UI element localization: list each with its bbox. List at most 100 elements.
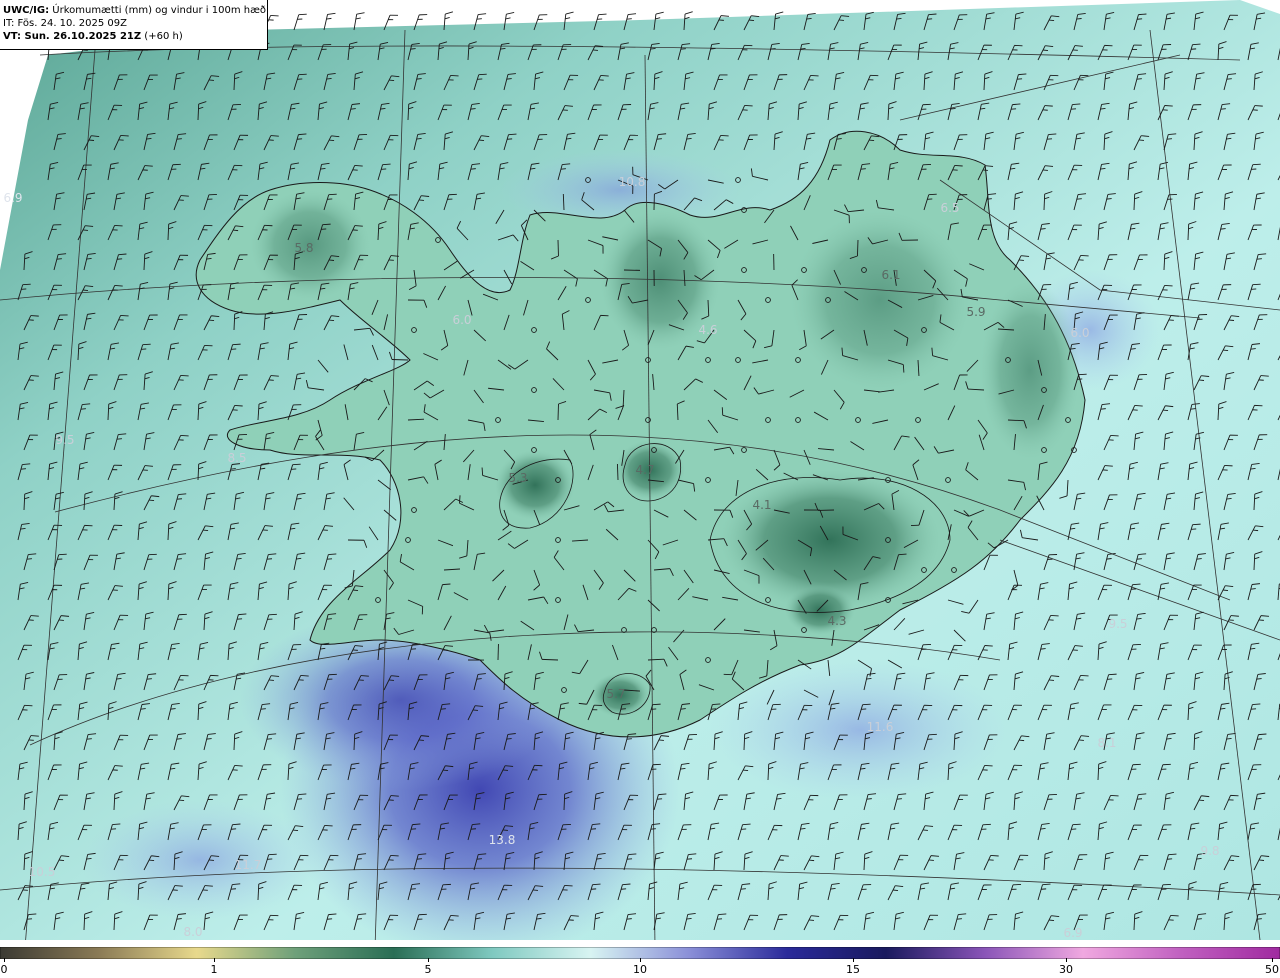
wind-barb-feather — [416, 78, 422, 80]
colorbar-tick-label: 1 — [210, 963, 218, 976]
wind-barb-feather — [444, 16, 450, 20]
wind-barb-feather — [30, 375, 39, 377]
map-value-label: 8.1 — [1097, 736, 1117, 750]
wind-barb-feather — [1040, 228, 1046, 230]
wind-barb-feather — [30, 315, 39, 317]
colorbar-tick-label: 5 — [424, 963, 432, 976]
wind-barb-feather — [86, 258, 92, 260]
wind-barb-feather — [58, 859, 65, 861]
map-value-label: 13.8 — [488, 833, 516, 847]
wind-barb — [856, 239, 859, 257]
wind-barb-feather — [328, 259, 335, 261]
highland-northeast — [790, 210, 970, 390]
colorbar-tick-mark — [4, 958, 5, 962]
wind-barb-feather — [1256, 678, 1262, 680]
wind-barb-feather — [1019, 739, 1025, 742]
wind-barb-feather — [479, 139, 485, 141]
wind-barb-feather — [506, 12, 515, 15]
wind-barb-feather — [82, 229, 89, 231]
wind-barb-feather — [144, 165, 153, 167]
wind-barb-feather — [655, 11, 664, 15]
wind-barb-feather — [990, 855, 999, 857]
wind-barb-feather — [180, 434, 189, 437]
wind-barb-feather — [260, 708, 266, 710]
wind-barb-feather — [598, 13, 607, 16]
wind-barb-feather — [600, 75, 609, 77]
colorbar-tick-label: 30 — [1059, 963, 1073, 976]
wind-barb-feather — [1190, 408, 1196, 410]
wind-barb-feather — [354, 165, 363, 167]
wind-barb-feather — [149, 859, 155, 862]
wind-barb-feather — [170, 648, 176, 650]
wind-barb-feather — [950, 108, 956, 110]
wind-barb-feather — [142, 343, 151, 346]
wind-barb-feather — [622, 883, 631, 886]
wind-barb-feather — [1106, 558, 1112, 560]
wind-barb-feather — [1080, 255, 1089, 257]
wind-barb-feather — [928, 193, 937, 196]
wind-barb-feather — [203, 529, 209, 532]
wind-barb-feather — [389, 79, 395, 82]
wind-barb-feather — [508, 133, 517, 136]
wind-barb-feather — [1228, 319, 1235, 321]
map-value-label: 6.0 — [1070, 326, 1090, 340]
wind-barb-feather — [1163, 409, 1169, 412]
wind-barb-feather — [954, 165, 963, 167]
colorbar-tick-label: 0 — [0, 963, 8, 976]
wind-barb-feather — [176, 918, 182, 920]
wind-barb-feather — [1258, 733, 1267, 736]
wind-barb-feather — [1168, 853, 1177, 856]
wind-barb-feather — [326, 17, 332, 20]
wind-barb-feather — [1254, 105, 1263, 107]
wind-barb-feather — [1040, 648, 1046, 650]
wind-barb-feather — [390, 855, 399, 857]
wind-barb-feather — [298, 73, 307, 76]
wind-barb-feather — [830, 888, 836, 890]
colorbar-tick-mark — [853, 958, 854, 962]
wind-barb-feather — [174, 885, 183, 887]
wind-barb-feather — [1250, 588, 1256, 590]
wind-barb-feather — [775, 11, 784, 15]
wind-barb-feather — [565, 17, 571, 20]
wind-barb-feather — [984, 764, 993, 767]
colorbar-tick-label: 10 — [633, 963, 647, 976]
map-value-label: 4.3 — [827, 614, 847, 628]
wind-barb-feather — [443, 769, 449, 772]
wind-barb-feather — [1196, 918, 1202, 920]
map-value-label: 5.8 — [294, 241, 314, 255]
wind-barb-feather — [1256, 918, 1262, 920]
wind-barb-feather — [481, 467, 484, 476]
wind-barb-feather — [862, 703, 871, 706]
wind-barb-feather — [1072, 823, 1081, 826]
wind-barb-feather — [742, 823, 751, 826]
colorbar-tick-mark — [1066, 958, 1067, 962]
wind-barb-feather — [293, 829, 299, 831]
map-value-label: 10.5 — [28, 865, 56, 879]
wind-barb-feather — [1226, 498, 1232, 500]
wind-barb-feather — [596, 858, 602, 860]
wind-barb-feather — [355, 17, 361, 20]
wind-barb-feather — [180, 375, 189, 377]
wind-barb-feather — [1042, 49, 1049, 51]
wind-barb-feather — [390, 795, 399, 797]
wind-barb-feather — [470, 168, 476, 170]
wind-barb-feather — [114, 285, 123, 287]
wind-barb-feather — [680, 48, 686, 50]
wind-barb-feather — [232, 343, 241, 346]
wind-barb-feather — [1100, 408, 1106, 410]
weather-map: 6.9 5.8 6.0 10.8 6.5 6.1 5.9 6.0 4.6 4.7 5.3 4.1 4.3… — [0, 0, 1280, 948]
wind-barb-feather — [686, 138, 692, 140]
wind-barb-feather — [120, 135, 129, 137]
wind-barb-feather — [984, 645, 993, 647]
wind-barb-feather — [1250, 348, 1256, 350]
wind-barb-feather — [1196, 858, 1202, 860]
precip-soft-1 — [80, 800, 320, 920]
wind-barb-feather — [445, 11, 454, 15]
wind-barb-feather — [892, 889, 899, 891]
wind-barb-feather — [744, 104, 753, 107]
colorbar-legend: 0 1 5 10 15 30 50 — [0, 947, 1280, 978]
wind-barb-feather — [1044, 105, 1053, 107]
wind-barb-feather — [1220, 108, 1226, 110]
wind-barb — [391, 359, 409, 361]
wind-barb-feather — [1258, 859, 1265, 861]
